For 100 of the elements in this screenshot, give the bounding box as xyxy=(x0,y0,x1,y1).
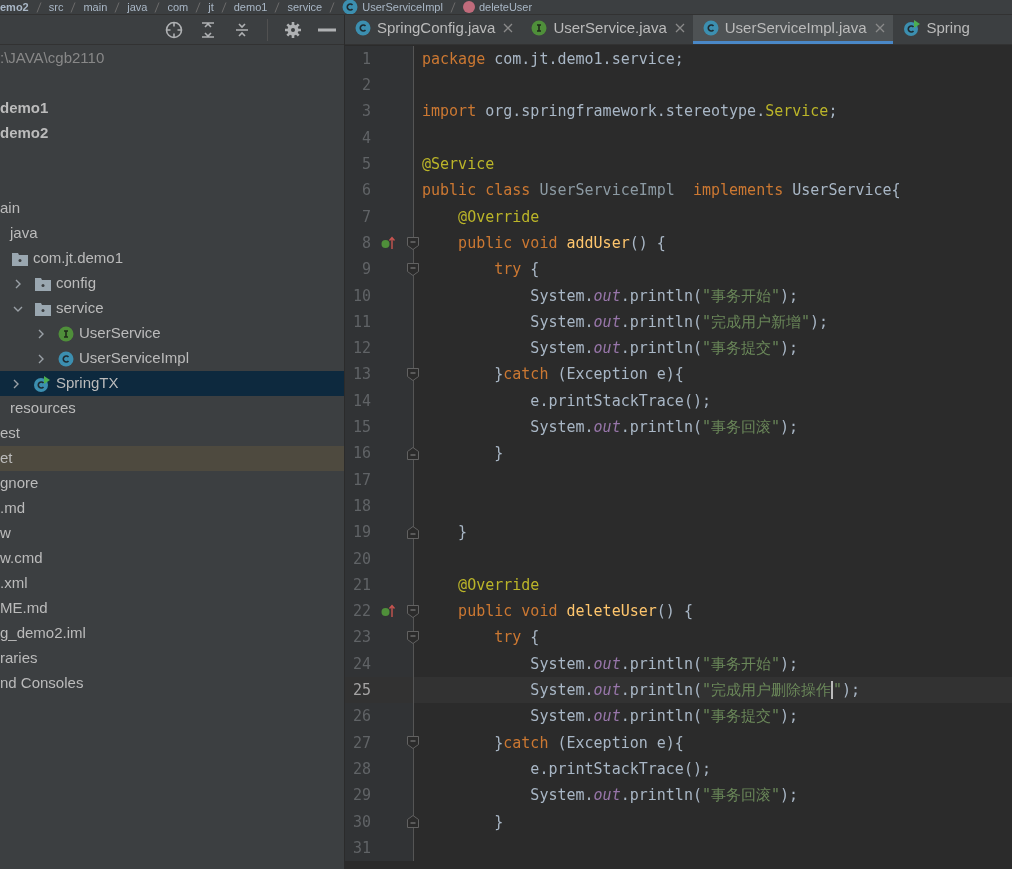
tree-item[interactable]: ME.md xyxy=(0,596,344,621)
tree-item-label: SpringTX xyxy=(56,373,119,394)
tree-item[interactable]: service xyxy=(0,296,344,321)
code-token: ); xyxy=(842,680,861,701)
fold-icon[interactable] xyxy=(407,631,419,645)
close-icon[interactable] xyxy=(674,23,685,33)
editor-tab[interactable]: UserService.java xyxy=(521,15,693,44)
tree-item-label: java xyxy=(10,223,38,244)
slash-separator-icon xyxy=(114,1,121,13)
tree-item[interactable]: resources xyxy=(0,396,344,421)
close-icon[interactable] xyxy=(503,23,514,33)
fold-icon[interactable] xyxy=(407,236,419,250)
tree-item[interactable]: SpringTX xyxy=(0,371,344,396)
fold-icon[interactable] xyxy=(407,263,419,276)
implements-gutter-icon[interactable] xyxy=(381,604,395,619)
code-token: System. xyxy=(529,311,594,333)
tree-item[interactable]: ain xyxy=(0,196,344,221)
tree-item-label: resources xyxy=(10,398,76,419)
breadcrumb-item[interactable]: demo1 xyxy=(233,0,268,14)
tree-item-label: .md xyxy=(0,498,25,519)
code-token: out xyxy=(593,311,621,333)
tree-item[interactable]: com.jt.demo1 xyxy=(0,246,344,271)
code-token: import xyxy=(422,101,477,123)
tree-item[interactable]: config xyxy=(0,271,344,296)
code-token: { xyxy=(529,259,540,281)
code-token: ; xyxy=(828,101,838,123)
code-token: } xyxy=(493,364,504,386)
implements-gutter-icon[interactable] xyxy=(381,236,395,251)
chevron-right-icon[interactable] xyxy=(36,328,46,339)
tree-item[interactable]: nd Consoles xyxy=(0,671,344,696)
breadcrumb-item[interactable]: UserServiceImpl xyxy=(362,0,443,14)
class-icon xyxy=(342,0,359,14)
slash-separator-icon xyxy=(329,1,336,13)
code-token: .println( xyxy=(620,680,702,701)
breadcrumb-item[interactable]: java xyxy=(127,0,148,14)
tree-item[interactable]: .md xyxy=(0,496,344,521)
tree-item[interactable]: UserServiceImpl xyxy=(0,346,344,371)
breadcrumb-item[interactable]: main xyxy=(83,0,108,14)
breadcrumb-item[interactable]: com xyxy=(167,0,189,14)
tree-item[interactable]: gnore xyxy=(0,471,344,496)
chevron-right-icon[interactable] xyxy=(11,378,21,389)
tree-item-label: ain xyxy=(0,198,21,219)
fold-icon[interactable] xyxy=(407,604,419,618)
chevron-right-icon[interactable] xyxy=(13,278,23,289)
collapse-all-icon[interactable] xyxy=(233,20,251,39)
expand-all-icon[interactable] xyxy=(199,20,217,39)
breadcrumb-item[interactable]: deleteUser xyxy=(478,0,533,14)
code-token: ); xyxy=(780,285,799,307)
module-name[interactable]: demo2 xyxy=(0,122,49,145)
tree-item[interactable]: UserService xyxy=(0,321,344,346)
unfold-icon[interactable] xyxy=(407,447,419,461)
fold-icon[interactable] xyxy=(407,736,419,750)
package-icon xyxy=(12,251,28,266)
code-token: "完成用户删除操作 xyxy=(701,680,831,701)
editor-tab[interactable]: SpringConfig.java xyxy=(345,15,522,44)
tree-item[interactable]: est xyxy=(0,421,344,446)
tree-item[interactable]: w.cmd xyxy=(0,546,344,571)
code-token: () { xyxy=(629,232,666,254)
code-token: ); xyxy=(780,417,799,439)
code-token: System. xyxy=(529,338,594,360)
tree-item[interactable]: java xyxy=(0,221,344,246)
tree-item[interactable]: et xyxy=(0,446,344,471)
editor-tab[interactable]: Spring xyxy=(892,15,978,44)
settings-icon[interactable] xyxy=(284,20,302,39)
breadcrumb-item[interactable]: jt xyxy=(208,0,214,14)
locate-icon[interactable] xyxy=(165,20,183,39)
tree-item[interactable]: g_demo2.iml xyxy=(0,621,344,646)
fold-icon[interactable] xyxy=(407,368,419,382)
minimize-icon[interactable] xyxy=(318,27,336,32)
code-token: .println( xyxy=(620,285,702,307)
breadcrumb-item[interactable]: emo2 xyxy=(0,0,29,14)
code-token: public void xyxy=(457,601,559,623)
code-token: out xyxy=(593,417,621,439)
tree-item-label: service xyxy=(56,298,104,319)
breadcrumb-item[interactable]: service xyxy=(287,0,323,14)
unfold-icon[interactable] xyxy=(407,526,419,539)
close-icon[interactable] xyxy=(874,23,885,33)
tree-item[interactable]: .xml xyxy=(0,571,344,596)
slash-separator-icon xyxy=(70,1,77,13)
method-icon xyxy=(462,1,475,13)
runnable-class-icon xyxy=(902,20,921,36)
code-token: System. xyxy=(529,680,594,701)
chevron-right-icon[interactable] xyxy=(36,353,46,364)
editor-tab[interactable]: UserServiceImpl.java xyxy=(692,15,893,44)
code-token: .println( xyxy=(620,417,702,439)
tree-item-label: w.cmd xyxy=(0,548,43,569)
code-token: .println( xyxy=(620,311,702,333)
breadcrumb-item[interactable]: src xyxy=(48,0,64,14)
tree-item[interactable]: w xyxy=(0,521,344,546)
code-token: "事务回滚" xyxy=(701,417,781,439)
tree-item-label: com.jt.demo1 xyxy=(33,248,124,269)
code-token: org.springframework.stereotype. xyxy=(484,101,766,123)
code-token: System. xyxy=(529,417,594,439)
module-name[interactable]: demo1 xyxy=(0,97,49,120)
tree-item-label: config xyxy=(56,273,97,294)
unfold-icon[interactable] xyxy=(407,815,419,829)
code-token: "事务提交" xyxy=(701,338,781,360)
code-token: } xyxy=(493,732,504,754)
tree-item[interactable]: raries xyxy=(0,646,344,671)
code-token: "事务开始" xyxy=(701,285,781,307)
